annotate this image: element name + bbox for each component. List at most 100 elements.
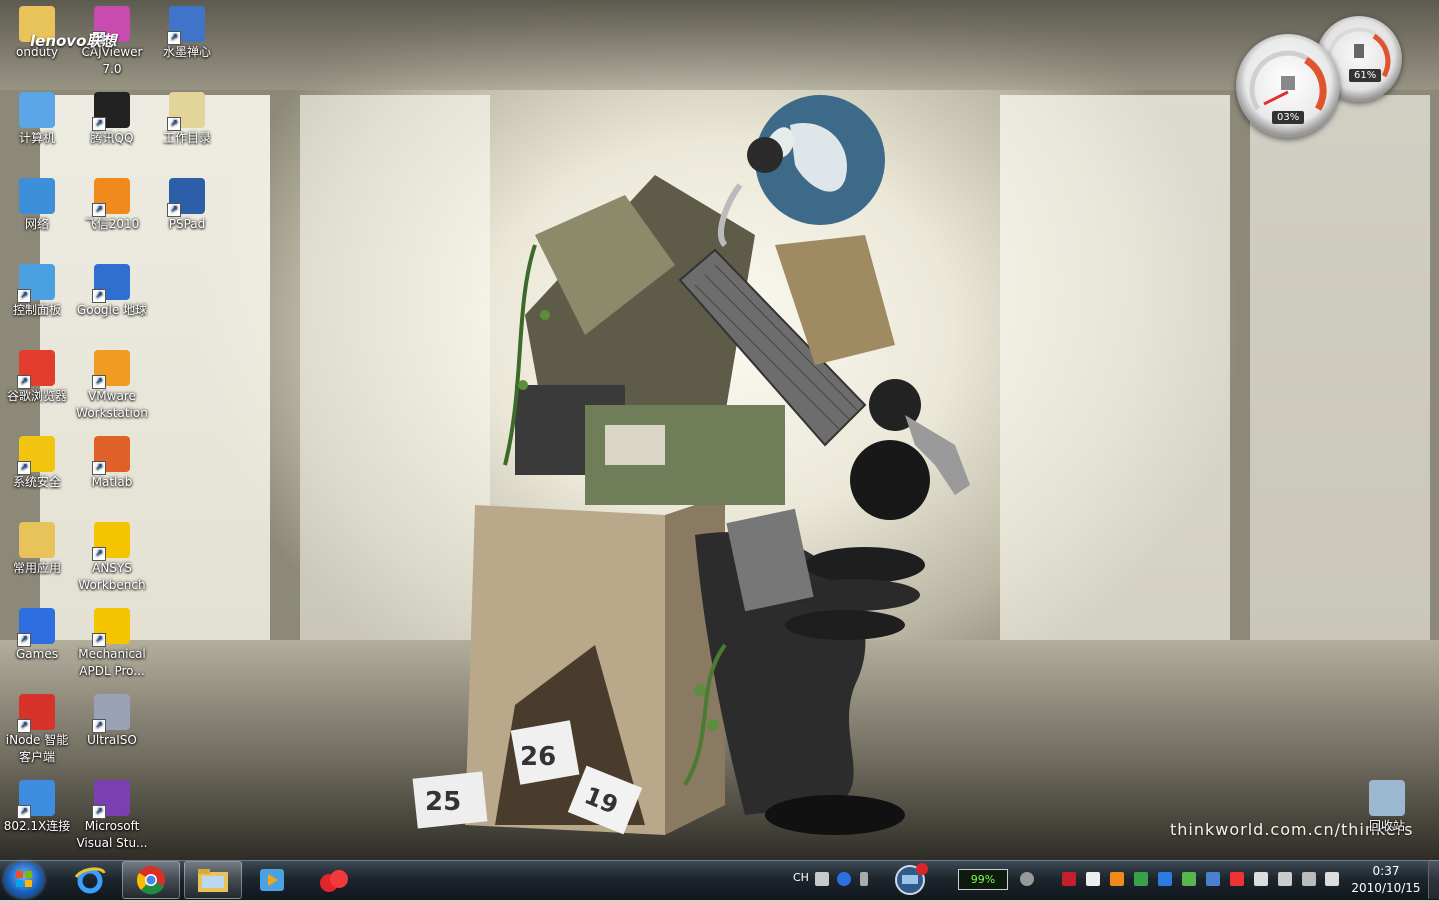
desktop-icon[interactable]: ↗ Microsoft Visual Stu... xyxy=(75,776,149,852)
shortcut-arrow-icon: ↗ xyxy=(92,719,106,733)
desktop-icon[interactable]: ↗ 工作目录 xyxy=(150,88,224,147)
desktop-icon[interactable]: 计算机 xyxy=(0,88,74,147)
desktop-icon[interactable]: ↗ 飞信2010 xyxy=(75,174,149,233)
desktop-icon[interactable]: ↗ Mechanical APDL Pro... xyxy=(75,604,149,680)
desktop-icon[interactable]: ↗ 谷歌浏览器 xyxy=(0,346,74,405)
desktop-icon-label: 系统安全 xyxy=(12,475,61,489)
fetion-tray-icon[interactable] xyxy=(1110,872,1124,886)
google-earth-icon: ↗ xyxy=(92,264,130,303)
desktop-icon-label: Games xyxy=(16,647,58,661)
lenovo-logo: lenovo联想 xyxy=(30,32,117,50)
memory-percent-label: 61% xyxy=(1349,69,1382,82)
desktop-icon-label: PSPad xyxy=(168,217,206,231)
desktop-icon[interactable]: ↗ iNode 智能客户端 xyxy=(0,690,74,766)
shortcut-arrow-icon: ↗ xyxy=(92,203,106,217)
options-icon[interactable] xyxy=(860,872,868,886)
desktop-icon-label: ANSYS Workbench xyxy=(78,561,146,592)
chrome-taskbar-button[interactable] xyxy=(122,861,180,899)
shortcut-arrow-icon: ↗ xyxy=(92,461,106,475)
desktop-icon[interactable]: ↗ 802.1X连接 xyxy=(0,776,74,835)
disc-icon: ↗ xyxy=(92,694,130,733)
media-player-taskbar-button[interactable] xyxy=(244,862,300,898)
ie-taskbar-button[interactable] xyxy=(62,862,118,898)
desktop-icon-label: 回收站 xyxy=(1368,819,1405,833)
shortcut-arrow-icon: ↗ xyxy=(92,375,106,389)
cpu-percent-label: 03% xyxy=(1272,111,1305,124)
desktop-icon[interactable]: ↗ 系统安全 xyxy=(0,432,74,491)
clock-time: 0:37 xyxy=(1372,864,1400,878)
qq-icon: ↗ xyxy=(92,92,130,131)
pspad-icon: ↗ xyxy=(167,178,205,217)
desktop-icon-label: 谷歌浏览器 xyxy=(6,389,67,403)
recycle-bin-icon xyxy=(1369,780,1405,816)
keyboard-icon[interactable] xyxy=(815,872,829,886)
desktop-icon-label: UltraISO xyxy=(87,733,137,747)
desktop-icon[interactable]: 回收站 xyxy=(1350,776,1424,835)
explorer-taskbar-button[interactable] xyxy=(184,861,242,899)
help-icon[interactable] xyxy=(837,872,851,886)
shortcut-arrow-icon: ↗ xyxy=(167,203,181,217)
sync-tray-icon[interactable] xyxy=(1134,872,1148,886)
language-indicator[interactable]: CH xyxy=(793,871,809,884)
desktop-icon[interactable]: ↗ UltraISO xyxy=(75,690,149,749)
desktop-icon-label: 网络 xyxy=(24,217,49,231)
usb-device-icon[interactable] xyxy=(1278,872,1292,886)
ansys-icon: ↗ xyxy=(92,522,130,561)
desktop-icon-label: VMware Workstation xyxy=(76,389,148,420)
start-button[interactable] xyxy=(4,862,44,898)
desktop-icon[interactable]: ↗ ANSYS Workbench xyxy=(75,518,149,594)
desktop-icon[interactable]: ↗ PSPad xyxy=(150,174,224,233)
desktop-icon[interactable]: ↗ Matlab xyxy=(75,432,149,491)
connection-tray-icon[interactable] xyxy=(1206,872,1220,886)
network-shield-icon: ↗ xyxy=(17,780,55,819)
clipboard-tray-icon[interactable] xyxy=(1086,872,1100,886)
check-tray-icon[interactable] xyxy=(1182,872,1196,886)
cpu-chip-icon xyxy=(1281,76,1295,90)
desktop-icon[interactable]: ↗ Games xyxy=(0,604,74,663)
desktop-icon[interactable]: ↗ 腾讯QQ xyxy=(75,88,149,147)
desktop-icon-label: 计算机 xyxy=(18,131,55,145)
shortcut-arrow-icon: ↗ xyxy=(17,719,31,733)
battery-indicator[interactable]: 99% xyxy=(958,869,1008,890)
shortcut-arrow-icon: ↗ xyxy=(92,633,106,647)
desktop-icon[interactable]: 常用应用 xyxy=(0,518,74,577)
theme-icon: ↗ xyxy=(167,6,205,45)
network-tray-button[interactable] xyxy=(886,861,934,897)
network-status-icon[interactable] xyxy=(1302,872,1316,886)
internet-explorer-icon xyxy=(74,867,106,894)
app-taskbar-button[interactable] xyxy=(306,862,362,898)
matlab-icon: ↗ xyxy=(92,436,130,475)
desktop-icon-label: 控制面板 xyxy=(12,303,61,317)
chrome-icon: ↗ xyxy=(17,350,55,389)
shortcut-arrow-icon: ↗ xyxy=(167,117,181,131)
shortcut-arrow-icon: ↗ xyxy=(17,289,31,303)
clipboard-icon: ↗ xyxy=(167,92,205,131)
desktop-icon[interactable]: ↗ VMware Workstation xyxy=(75,346,149,422)
shortcut-arrow-icon: ↗ xyxy=(17,461,31,475)
desktop-icon-label: 常用应用 xyxy=(12,561,61,575)
chrome-icon xyxy=(137,866,165,895)
antivirus-icon[interactable] xyxy=(1062,872,1076,886)
windows-logo-icon xyxy=(16,871,32,887)
desktop-icon-label: 802.1X连接 xyxy=(3,819,71,833)
desktop-icon-label: Google 地球 xyxy=(76,303,148,317)
desktop-icon-label: iNode 智能客户端 xyxy=(5,733,69,764)
desktop-icon-label: 工作目录 xyxy=(162,131,211,145)
volume-icon[interactable] xyxy=(1325,872,1339,886)
security-tray-icon[interactable] xyxy=(1230,872,1244,886)
desktop-icon[interactable]: ↗ Google 地球 xyxy=(75,260,149,319)
desktop-icon[interactable]: ↗ 控制面板 xyxy=(0,260,74,319)
update-tray-icon[interactable] xyxy=(1158,872,1172,886)
action-center-flag-icon[interactable] xyxy=(1254,872,1268,886)
wallpaper-window-mid-right xyxy=(1000,95,1230,655)
folder-icon xyxy=(19,522,55,558)
system-clock[interactable]: 0:37 2010/10/15 xyxy=(1346,863,1426,897)
show-desktop-button[interactable] xyxy=(1428,860,1439,899)
wallpaper-robot-thinker: 25 26 19 xyxy=(412,95,970,835)
desktop-icon-label: 腾讯QQ xyxy=(90,131,134,145)
desktop-icon[interactable]: ↗ 水墨禅心 xyxy=(150,2,224,61)
media-player-icon xyxy=(260,869,284,891)
power-plug-icon[interactable] xyxy=(1020,872,1034,886)
desktop-icon[interactable]: 网络 xyxy=(0,174,74,233)
ansys-mechanical-icon: ↗ xyxy=(92,608,130,647)
